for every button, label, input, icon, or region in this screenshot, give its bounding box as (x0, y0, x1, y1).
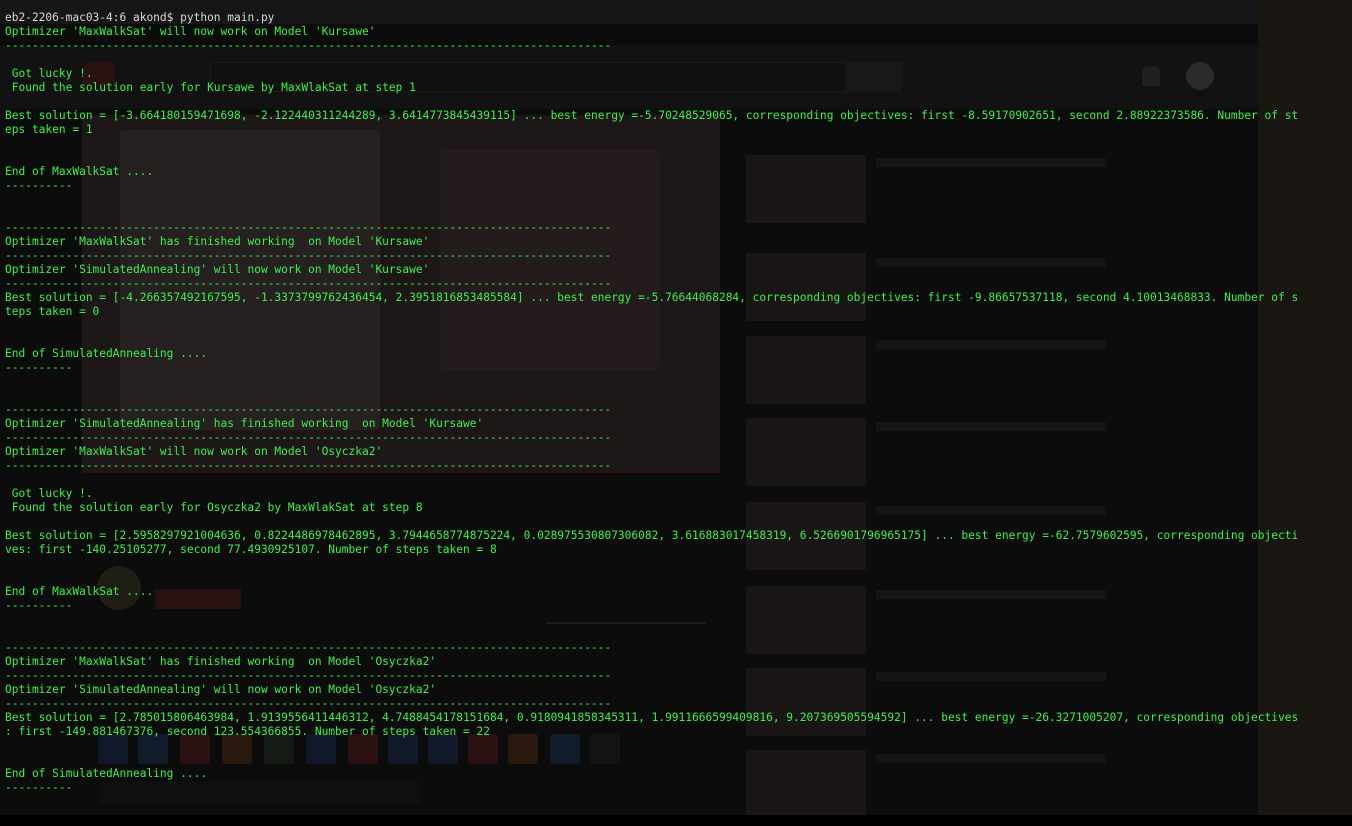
terminal-output-line: Found the solution early for Osyczka2 by… (5, 501, 423, 514)
terminal-output-line: End of SimulatedAnnealing .... (5, 347, 208, 360)
terminal-output-line: ----------------------------------------… (5, 221, 612, 234)
terminal-output-line: Best solution = [2.785015806463984, 1.91… (5, 711, 1299, 724)
terminal-output-line: teps taken = 0 (5, 305, 100, 318)
terminal-window[interactable]: eb2-2206-mac03-4:6 akond$ python main.py… (0, 11, 1352, 826)
terminal-output-line: Optimizer 'MaxWalkSat' will now work on … (5, 25, 376, 38)
terminal-output-line: eps taken = 1 (5, 123, 93, 136)
terminal-output-line: End of MaxWalkSat .... (5, 585, 154, 598)
terminal-output-line: Optimizer 'MaxWalkSat' has finished work… (5, 235, 430, 248)
terminal-output-line: ----------------------------------------… (5, 669, 612, 682)
terminal-output-line: ----------------------------------------… (5, 249, 612, 262)
terminal-output-line: Optimizer 'SimulatedAnnealing' will now … (5, 263, 430, 276)
terminal-output-line: Best solution = [-4.266357492167595, -1.… (5, 291, 1299, 304)
terminal-output-line: ----------------------------------------… (5, 403, 612, 416)
terminal-output-line: End of MaxWalkSat .... (5, 165, 154, 178)
terminal-output-line: ---------- (5, 179, 73, 192)
terminal-output: Optimizer 'MaxWalkSat' will now work on … (5, 25, 1352, 795)
terminal-output-line: Optimizer 'MaxWalkSat' will now work on … (5, 445, 383, 458)
terminal-output-line: ---------- (5, 599, 73, 612)
terminal-output-line: ---------- (5, 781, 73, 794)
terminal-output-line: Got lucky !. (5, 487, 93, 500)
terminal-output-line: End of SimulatedAnnealing .... (5, 767, 208, 780)
terminal-output-line: Best solution = [2.5958297921004636, 0.8… (5, 529, 1299, 542)
terminal-output-line: Found the solution early for Kursawe by … (5, 81, 416, 94)
terminal-output-line: ---------- (5, 361, 73, 374)
terminal-output-line: Optimizer 'SimulatedAnnealing' has finis… (5, 417, 484, 430)
terminal-output-line: ----------------------------------------… (5, 459, 612, 472)
terminal-output-line: : first -149.881467376, second 123.55436… (5, 725, 490, 738)
terminal-output-line: Got lucky !. (5, 67, 93, 80)
terminal-output-line: Optimizer 'SimulatedAnnealing' will now … (5, 683, 437, 696)
terminal-output-line: ----------------------------------------… (5, 697, 612, 710)
terminal-output-line: ves: first -140.25105277, second 77.4930… (5, 543, 497, 556)
terminal-output-line: ----------------------------------------… (5, 641, 612, 654)
shell-prompt: eb2-2206-mac03-4:6 akond$ python main.py (5, 11, 275, 24)
terminal-output-line: ----------------------------------------… (5, 431, 612, 444)
terminal-output-line: Optimizer 'MaxWalkSat' has finished work… (5, 655, 437, 668)
terminal-output-line: ----------------------------------------… (5, 39, 612, 52)
terminal-output-line: ----------------------------------------… (5, 277, 612, 290)
terminal-output-line: Best solution = [-3.664180159471698, -2.… (5, 109, 1299, 122)
